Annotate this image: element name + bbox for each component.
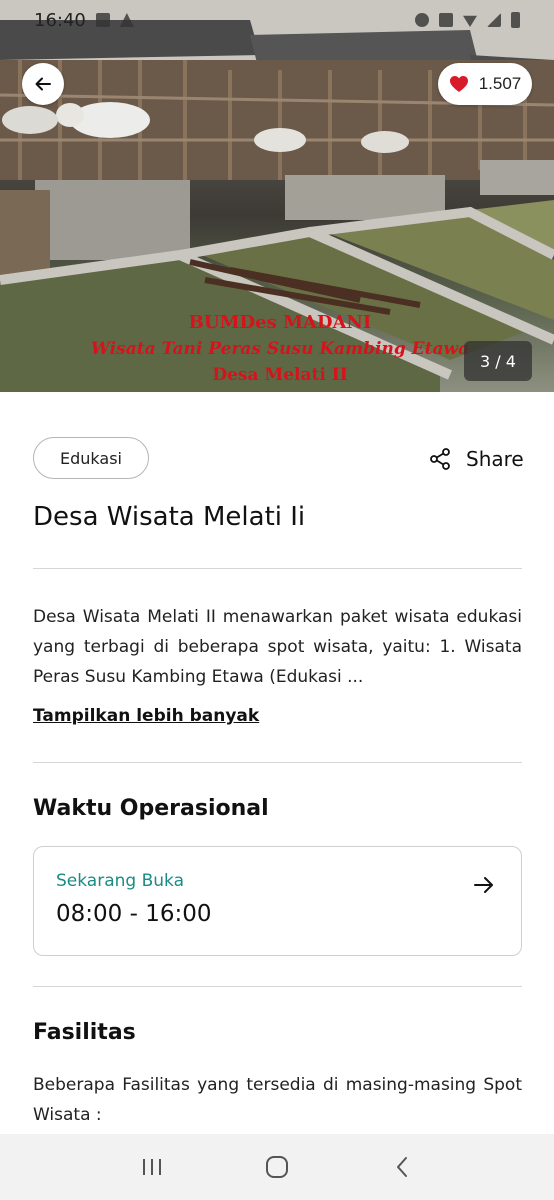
like-count: 1.507 <box>478 74 522 93</box>
image-counter: 3 / 4 <box>464 341 532 381</box>
hours-section-title: Waktu Operasional <box>33 796 269 821</box>
warning-notification-icon <box>119 13 134 27</box>
system-navigation-bar <box>0 1134 554 1200</box>
battery-icon <box>511 12 520 28</box>
signal-icon <box>487 13 501 27</box>
alarm-icon <box>415 13 429 27</box>
show-more-link[interactable]: Tampilkan lebih banyak <box>33 706 259 726</box>
opening-hours-card[interactable]: Sekarang Buka 08:00 - 16:00 <box>33 846 522 956</box>
recents-icon <box>143 1159 162 1175</box>
like-button[interactable]: 1.507 <box>438 63 532 105</box>
share-label: Share <box>466 447 524 471</box>
place-description: Desa Wisata Melati II menawarkan paket w… <box>33 607 522 687</box>
heart-icon <box>449 76 468 92</box>
opening-hours-time: 08:00 - 16:00 <box>56 901 212 927</box>
facilities-description: Beberapa Fasilitas yang tersedia di masi… <box>33 1075 522 1125</box>
caption-line-3: Desa Melati II <box>212 365 348 385</box>
facilities-section-title: Fasilitas <box>33 1020 136 1045</box>
mute-icon <box>439 13 453 27</box>
caption-line-1: BUMDes MADANI <box>188 312 372 333</box>
category-chip[interactable]: Edukasi <box>33 437 149 479</box>
share-icon <box>430 448 450 470</box>
back-button[interactable] <box>22 63 64 105</box>
status-bar: 16:40 <box>0 0 554 40</box>
arrow-left-icon <box>35 77 51 91</box>
arrow-right-icon <box>474 877 493 893</box>
home-button[interactable] <box>257 1147 297 1187</box>
home-icon <box>265 1156 288 1178</box>
status-time: 16:40 <box>34 9 86 31</box>
page-title: Desa Wisata Melati Ii <box>33 502 306 532</box>
recents-button[interactable] <box>132 1147 172 1187</box>
image-notification-icon <box>95 13 110 27</box>
system-back-button[interactable] <box>382 1147 422 1187</box>
caption-line-2: Wisata Tani Peras Susu Kambing Etawa <box>90 339 470 359</box>
divider <box>33 762 522 763</box>
wifi-icon <box>463 15 477 27</box>
divider <box>33 986 522 987</box>
open-status: Sekarang Buka <box>56 871 184 891</box>
chevron-left-icon <box>396 1157 407 1177</box>
share-button[interactable]: Share <box>428 444 524 474</box>
hero-image[interactable]: 16:40 1.507 BUMDes MADANI Wisata Tani Pe… <box>0 0 554 392</box>
photo-caption: BUMDes MADANI Wisata Tani Peras Susu Kam… <box>60 310 500 388</box>
divider <box>33 568 522 569</box>
